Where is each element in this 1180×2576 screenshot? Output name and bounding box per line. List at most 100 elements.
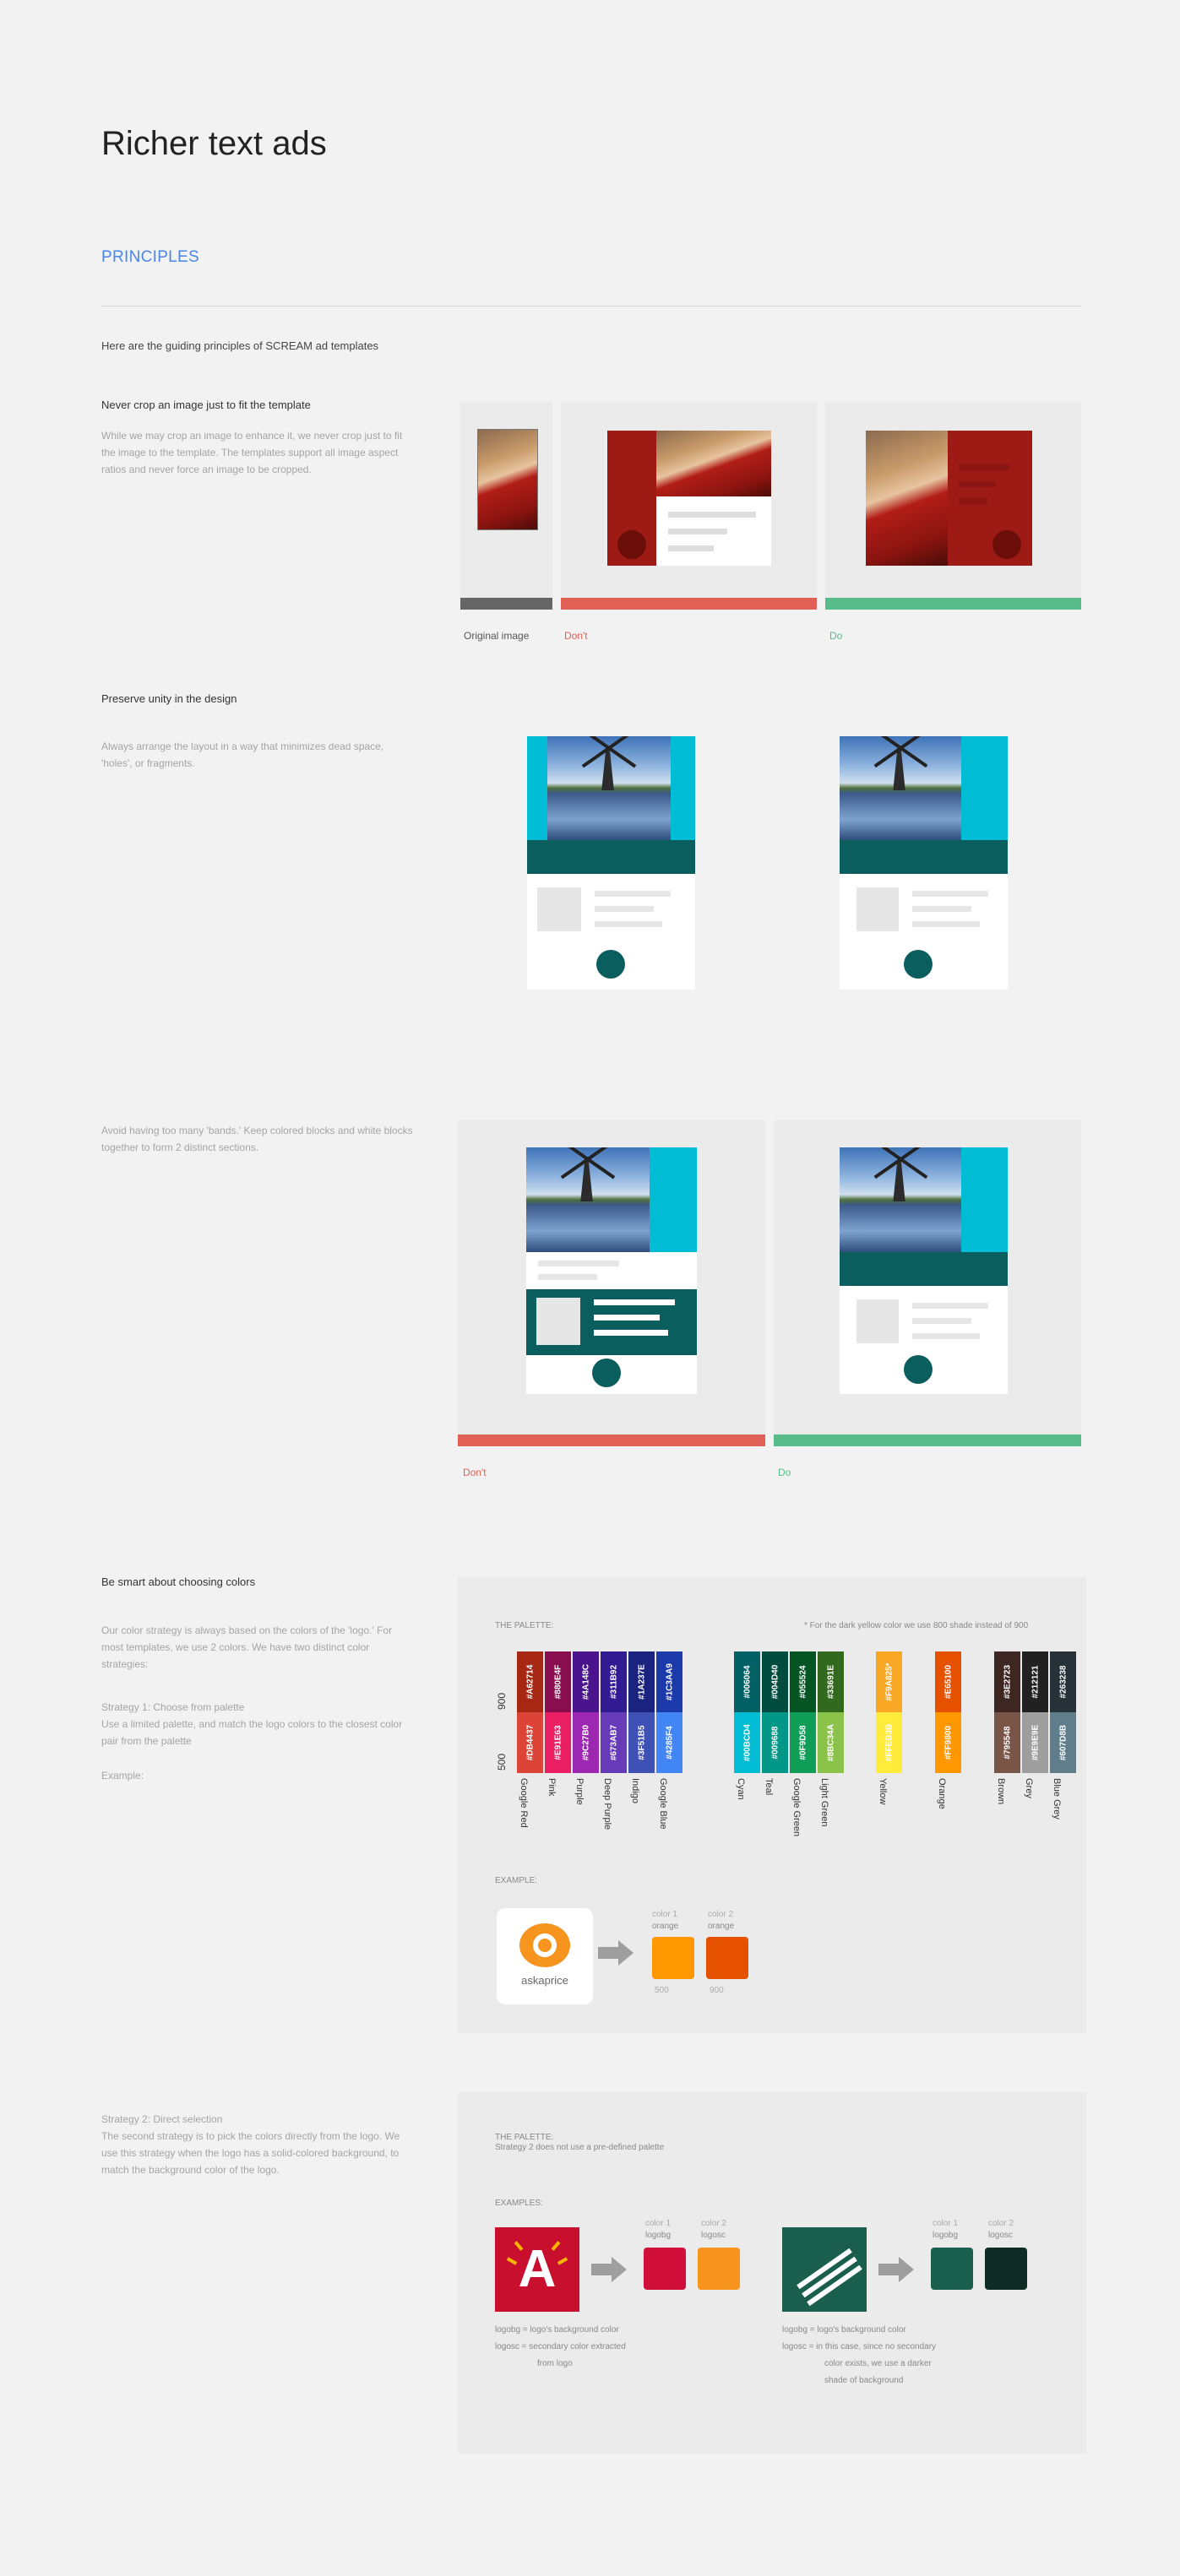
color1-swatch bbox=[652, 1937, 694, 1979]
swatch-500: #E91E63 bbox=[545, 1712, 571, 1773]
swatch-900: #006064 bbox=[734, 1651, 760, 1712]
strategy2-body: Strategy 2: Direct selection The second … bbox=[101, 2113, 400, 2176]
ex2-color2-swatch bbox=[985, 2248, 1027, 2290]
swatch-900: #880E4F bbox=[545, 1651, 571, 1712]
swatch-500-code: #009688 bbox=[770, 1726, 780, 1760]
examples-label: EXAMPLES: bbox=[495, 2199, 543, 2208]
image-placeholder bbox=[537, 887, 581, 931]
unity-ad-1 bbox=[527, 736, 695, 990]
text-line bbox=[912, 1333, 980, 1339]
text-line bbox=[668, 545, 714, 551]
swatch-500-code: #DB4437 bbox=[525, 1724, 535, 1761]
swatch-500: #4285F4 bbox=[656, 1712, 682, 1773]
white-block bbox=[656, 496, 771, 566]
c2-shade: 900 bbox=[710, 1986, 724, 1995]
do-bar bbox=[774, 1434, 1081, 1446]
text-line bbox=[912, 1303, 988, 1309]
logo-text: askaprice bbox=[521, 1974, 568, 1987]
color2-swatch bbox=[706, 1937, 748, 1979]
logo-circle bbox=[992, 530, 1021, 559]
caption-do: Do bbox=[829, 630, 843, 642]
swatch-name: Yellow bbox=[878, 1778, 888, 1805]
ex1-note2: logosc = secondary color extracted bbox=[495, 2342, 626, 2351]
dont-bands-panel bbox=[458, 1120, 765, 1434]
swatch-500: #9C27B0 bbox=[573, 1712, 599, 1773]
swatch-900-code: #A62714 bbox=[525, 1664, 535, 1700]
swatch-900-code: #880E4F bbox=[553, 1664, 563, 1700]
white-area bbox=[527, 874, 695, 990]
swatch-grid: #A62714 #DB4437 Google Red #880E4F #E91E63 Pi… bbox=[517, 1651, 1091, 1854]
ex2-note1: logobg = logo's background color bbox=[782, 2325, 906, 2335]
logo-circle bbox=[592, 1359, 621, 1387]
swatch-900-code: #055524 bbox=[798, 1665, 808, 1699]
original-bar bbox=[460, 598, 552, 610]
logo-circle bbox=[596, 950, 625, 979]
palette-swatch: #1A237E #3F51B5 Indigo bbox=[628, 1651, 655, 1803]
arrow-right-icon bbox=[618, 1940, 634, 1966]
swatch-900: #F9A825* bbox=[876, 1651, 902, 1712]
palette-swatch: #311B92 #673AB7 Deep Purple bbox=[601, 1651, 627, 1830]
palette-swatch: #F9A825* #FFEB3B Yellow bbox=[876, 1651, 902, 1804]
swatch-900: #004D40 bbox=[762, 1651, 788, 1712]
swatch-900: #E65100 bbox=[935, 1651, 961, 1712]
swatch-900-code: #004D40 bbox=[770, 1664, 780, 1700]
swatch-900: #212121 bbox=[1022, 1651, 1048, 1712]
windmill-photo bbox=[840, 1147, 961, 1252]
text-line bbox=[912, 891, 988, 897]
ex1-color2-swatch bbox=[698, 2248, 740, 2290]
swatch-500: #00BCD4 bbox=[734, 1712, 760, 1773]
intro-text: Here are the guiding principles of SCREA… bbox=[101, 339, 379, 352]
arrow-shaft bbox=[878, 2264, 900, 2275]
palette-swatch: #055524 #0F9D58 Google Green bbox=[790, 1651, 816, 1836]
original-image-panel bbox=[460, 402, 552, 598]
text-line bbox=[912, 921, 980, 927]
text-line bbox=[594, 1315, 660, 1321]
swatch-500-code: #FFEB3B bbox=[884, 1723, 894, 1762]
swatch-500-code: #3F51B5 bbox=[637, 1725, 646, 1760]
text-line bbox=[594, 1299, 675, 1305]
ex1-c1s: logobg bbox=[645, 2231, 672, 2240]
swatch-500-code: #795548 bbox=[1003, 1726, 1012, 1760]
unity-heading: Preserve unity in the design bbox=[101, 692, 237, 705]
palette-swatch: #4A148C #9C27B0 Purple bbox=[573, 1651, 599, 1805]
swatch-500-code: #4285F4 bbox=[665, 1726, 674, 1760]
swatch-900: #4A148C bbox=[573, 1651, 599, 1712]
white-area bbox=[840, 874, 1008, 990]
swatch-500: #0F9D58 bbox=[790, 1712, 816, 1773]
swatch-900-code: #E65100 bbox=[943, 1664, 953, 1700]
windmill-photo bbox=[840, 736, 961, 840]
text-line bbox=[538, 1261, 619, 1266]
caption-do: Do bbox=[778, 1467, 791, 1478]
swatch-name: Blue Grey bbox=[1052, 1778, 1062, 1819]
swatch-name: Light Green bbox=[819, 1778, 829, 1827]
palette-swatch: #33691E #8BC34A Light Green bbox=[818, 1651, 844, 1826]
c1-label: color 1 bbox=[652, 1910, 678, 1919]
strategy2-panel: THE PALETTE: Strategy 2 does not use a p… bbox=[458, 2092, 1086, 2454]
ex1-color1-swatch bbox=[644, 2248, 686, 2290]
swatch-name: Google Green bbox=[791, 1778, 802, 1837]
do-ad-card bbox=[866, 431, 1032, 566]
swatch-name: Brown bbox=[996, 1778, 1006, 1805]
palette-label: THE PALETTE: bbox=[495, 1621, 554, 1630]
ex1-note3: from logo bbox=[537, 2359, 573, 2368]
palette-swatch: #263238 #607D8B Blue Grey bbox=[1050, 1651, 1076, 1819]
unity-ad-2 bbox=[840, 736, 1008, 990]
colors-example: Example: bbox=[101, 1770, 144, 1782]
windmill-photo bbox=[547, 736, 671, 840]
arrow-right-icon bbox=[612, 2257, 627, 2282]
ex1-c1: color 1 bbox=[645, 2219, 672, 2228]
swatch-900-code: #1C3AA9 bbox=[665, 1663, 674, 1700]
palette-panel: THE PALETTE: * For the dark yellow color… bbox=[458, 1577, 1086, 2033]
page-title: Richer text ads bbox=[101, 125, 327, 162]
swatch-900-code: #4A148C bbox=[581, 1663, 590, 1700]
swatch-500: #9E9E9E bbox=[1022, 1712, 1048, 1773]
swatch-500: #DB4437 bbox=[517, 1712, 543, 1773]
swatch-900-code: #1A237E bbox=[637, 1664, 646, 1700]
red-a-logo: A bbox=[495, 2227, 579, 2312]
ex2-c1s: logobg bbox=[933, 2231, 959, 2240]
do-bar bbox=[825, 598, 1081, 610]
ex1-c2s: logosc bbox=[701, 2231, 726, 2240]
text-line bbox=[594, 1330, 668, 1336]
swatch-name: Grey bbox=[1024, 1778, 1034, 1798]
text-line bbox=[912, 906, 971, 912]
